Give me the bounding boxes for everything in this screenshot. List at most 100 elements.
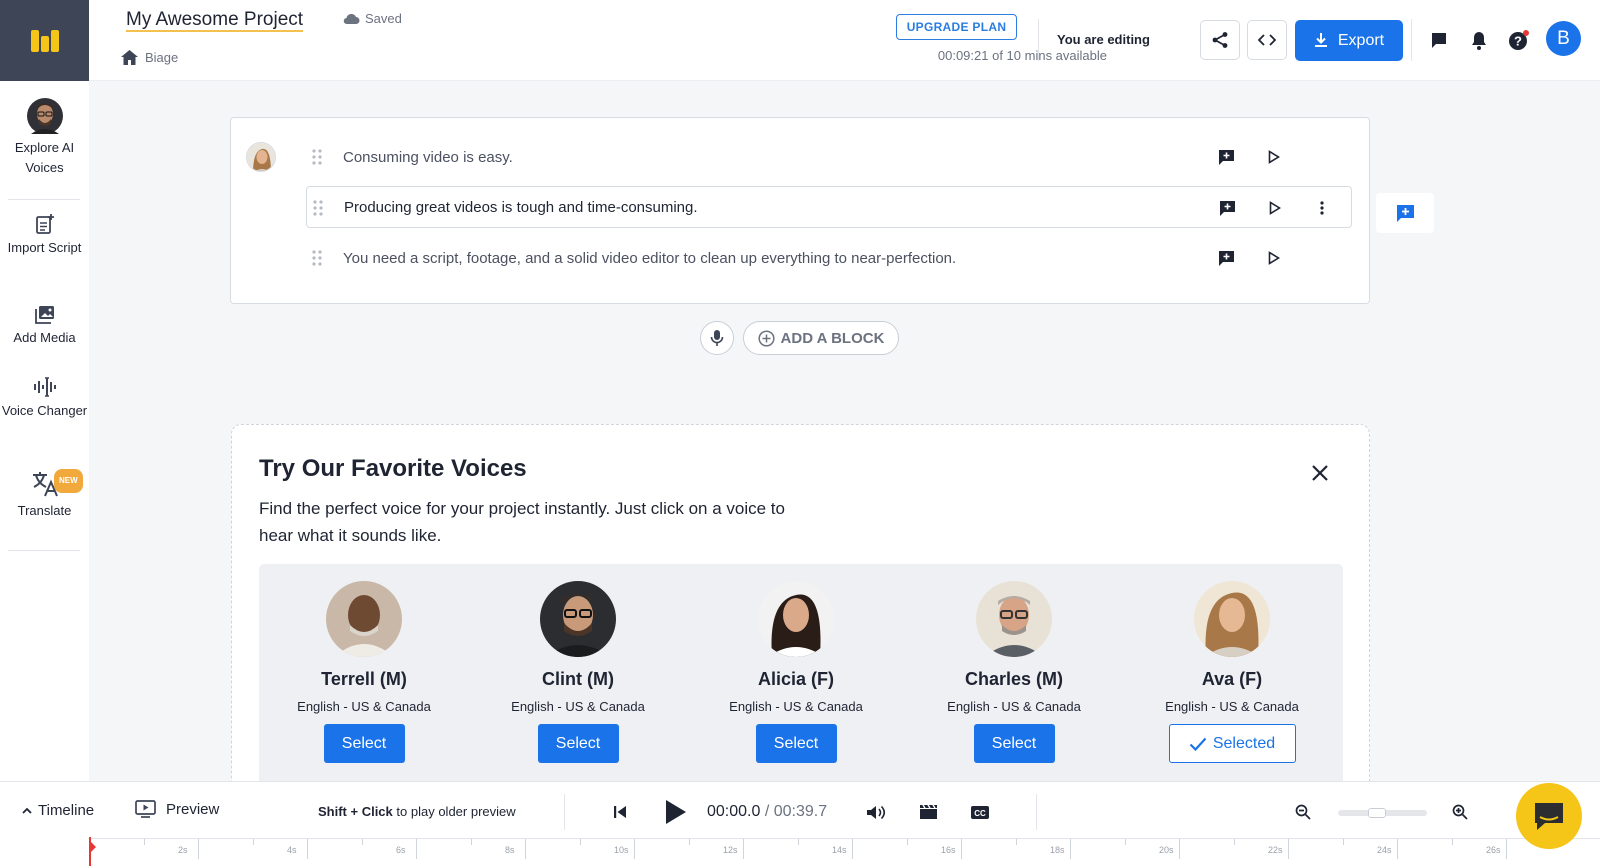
user-avatar[interactable]: B (1546, 21, 1581, 56)
play-line-button[interactable] (1264, 248, 1284, 268)
voice-photo-icon (976, 581, 1052, 657)
breadcrumb[interactable]: Biage (121, 50, 178, 65)
voice-language: English - US & Canada (729, 699, 863, 714)
script-line-text[interactable]: Consuming video is easy. (343, 149, 513, 166)
ruler-tick-minor (906, 839, 908, 845)
grip-icon[interactable] (313, 200, 323, 216)
play-line-button[interactable] (1265, 198, 1285, 218)
skip-back-icon (614, 806, 626, 818)
script-line[interactable]: You need a script, footage, and a solid … (306, 237, 1352, 279)
voice-card[interactable]: Charles (M) English - US & Canada Select (914, 581, 1114, 763)
voice-name: Terrell (M) (321, 669, 407, 689)
notifications-button[interactable] (1468, 29, 1490, 51)
scenes-button[interactable] (917, 801, 939, 823)
share-button[interactable] (1200, 20, 1240, 60)
add-block-side-button[interactable] (1376, 193, 1434, 233)
select-voice-button[interactable]: Select (973, 724, 1055, 763)
script-line-text[interactable]: You need a script, footage, and a solid … (343, 250, 956, 267)
ruler-tick-label: 4s (287, 845, 297, 855)
skip-back-button[interactable] (609, 801, 631, 823)
volume-button[interactable] (865, 801, 887, 823)
ruler-tick-label: 14s (832, 845, 847, 855)
voice-photo[interactable] (976, 581, 1052, 657)
script-line-text[interactable]: Producing great videos is tough and time… (344, 199, 698, 216)
plus-circle-icon (757, 329, 775, 347)
project-title[interactable]: My Awesome Project (126, 9, 304, 32)
upgrade-plan-button[interactable]: UPGRADE PLAN (896, 14, 1017, 40)
voice-photo[interactable] (758, 581, 834, 657)
download-icon (1314, 33, 1327, 47)
preview-hint: Shift + Click to play older preview (318, 804, 516, 819)
speaker-avatar[interactable] (246, 142, 276, 172)
play-icon (1268, 150, 1280, 164)
comments-button[interactable] (1428, 29, 1450, 51)
add-comment-button[interactable] (1217, 198, 1237, 218)
voice-card[interactable]: Ava (F) English - US & Canada Selected (1132, 581, 1332, 763)
script-line[interactable]: Consuming video is easy. (306, 136, 1352, 178)
app-logo[interactable] (0, 0, 89, 81)
playhead-marker[interactable] (89, 840, 96, 854)
play-icon (1268, 251, 1280, 265)
zoom-slider-handle[interactable] (1368, 808, 1386, 818)
voice-grid: Terrell (M) English - US & Canada Select… (259, 564, 1343, 785)
voice-photo[interactable] (540, 581, 616, 657)
select-voice-button[interactable]: Select (537, 724, 619, 763)
voice-photo-icon (1194, 581, 1270, 657)
voice-photo[interactable] (1194, 581, 1270, 657)
sidebar-item-explore-voices[interactable]: Explore AI Voices (0, 98, 89, 178)
support-chat-button[interactable] (1516, 783, 1582, 849)
volume-icon (867, 805, 886, 819)
voice-card[interactable]: Clint (M) English - US & Canada Select (478, 581, 678, 763)
selected-voice-button[interactable]: Selected (1168, 724, 1296, 763)
sidebar-item-voice-changer[interactable]: Voice Changer (0, 377, 89, 421)
embed-icon (1258, 34, 1276, 46)
panel-title: Try Our Favorite Voices (259, 455, 527, 482)
add-comment-icon (1219, 200, 1235, 216)
select-voice-button[interactable]: Select (323, 724, 405, 763)
ruler-tick (1179, 839, 1180, 859)
voice-language: English - US & Canada (511, 699, 645, 714)
add-comment-icon (1218, 149, 1234, 165)
sidebar-item-add-media[interactable]: Add Media (0, 305, 89, 348)
ruler-tick-minor (1233, 839, 1235, 845)
add-comment-button[interactable] (1216, 147, 1236, 167)
ruler-tick-label: 20s (1159, 845, 1174, 855)
grip-icon[interactable] (312, 250, 322, 266)
save-status: Saved (343, 11, 402, 26)
captions-button[interactable]: CC (969, 801, 991, 823)
ruler-tick-label: 12s (723, 845, 738, 855)
play-icon (1269, 201, 1281, 215)
more-options-button[interactable] (1312, 198, 1332, 218)
record-voice-button[interactable] (700, 321, 734, 355)
voice-card[interactable]: Alicia (F) English - US & Canada Select (696, 581, 896, 763)
timeline-ruler[interactable]: 2s 4s 6s 8s 10s 12s 14s 16s 18s 20s 22s 24s 26s (89, 838, 1600, 866)
play-line-button[interactable] (1264, 147, 1284, 167)
script-block: Consuming video is easy. Producing great… (230, 117, 1370, 304)
ruler-tick-label: 18s (1050, 845, 1065, 855)
add-block-button[interactable]: ADD A BLOCK (743, 321, 899, 355)
select-voice-button[interactable]: Select (755, 724, 837, 763)
zoom-in-button[interactable] (1449, 801, 1471, 823)
preview-button[interactable]: Preview (135, 800, 219, 818)
grip-icon[interactable] (312, 149, 322, 165)
voice-card[interactable]: Terrell (M) English - US & Canada Select (264, 581, 464, 763)
zoom-out-button[interactable] (1292, 801, 1314, 823)
embed-button[interactable] (1247, 20, 1287, 60)
export-button[interactable]: Export (1295, 20, 1403, 61)
close-icon (1312, 465, 1328, 481)
sidebar-item-import-script[interactable]: Import Script (0, 214, 89, 258)
voice-photo[interactable] (326, 581, 402, 657)
close-panel-button[interactable] (1308, 461, 1332, 485)
play-button[interactable] (663, 799, 689, 825)
timeline-toggle[interactable]: Timeline (22, 802, 94, 819)
help-button[interactable]: ? (1508, 29, 1530, 51)
sidebar-item-translate[interactable]: NEW Translate (0, 469, 89, 521)
ruler-tick-minor (1015, 839, 1017, 845)
ruler-tick-minor (252, 839, 254, 845)
voice-photo-icon (540, 581, 616, 657)
ruler-tick-minor (579, 839, 581, 845)
script-line-active[interactable]: Producing great videos is tough and time… (306, 186, 1352, 228)
add-comment-button[interactable] (1216, 248, 1236, 268)
bell-icon (1472, 31, 1486, 50)
voice-language: English - US & Canada (1165, 699, 1299, 714)
